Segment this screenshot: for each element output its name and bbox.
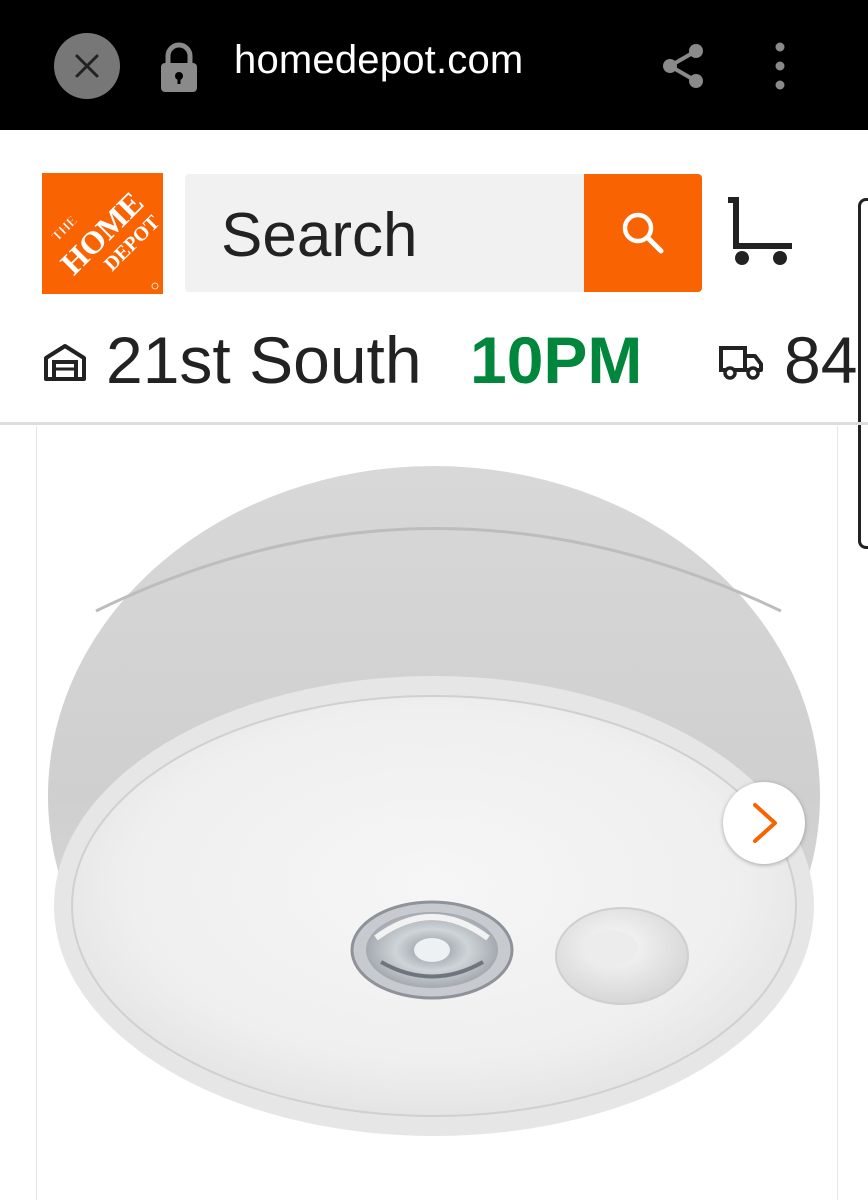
next-image-button[interactable] xyxy=(723,782,805,864)
cart-icon[interactable] xyxy=(724,196,798,268)
ceiling-light-image[interactable] xyxy=(36,426,836,1200)
truck-icon xyxy=(719,346,763,380)
browser-toolbar: homedepot.com xyxy=(0,0,868,130)
more-vert-icon[interactable] xyxy=(768,40,792,92)
store-bar[interactable]: 21st South 10PM 84 xyxy=(0,320,868,422)
search-input[interactable]: Search xyxy=(221,200,417,271)
lock-icon xyxy=(161,42,197,92)
search-button[interactable] xyxy=(584,174,702,292)
share-icon[interactable] xyxy=(660,42,706,90)
chevron-right-icon xyxy=(753,803,777,843)
header-divider xyxy=(0,422,868,425)
search-field[interactable]: Search xyxy=(185,174,585,292)
store-icon xyxy=(44,344,86,381)
search-icon xyxy=(622,212,664,254)
store-hours: 10PM xyxy=(470,323,643,397)
close-icon xyxy=(75,54,99,78)
home-depot-logo[interactable]: THE HOME DEPOT xyxy=(42,173,163,294)
delivery-zip[interactable]: 84 xyxy=(784,322,857,398)
close-tab-button[interactable] xyxy=(54,33,120,99)
store-name[interactable]: 21st South xyxy=(106,322,422,398)
url-text[interactable]: homedepot.com xyxy=(234,38,523,83)
